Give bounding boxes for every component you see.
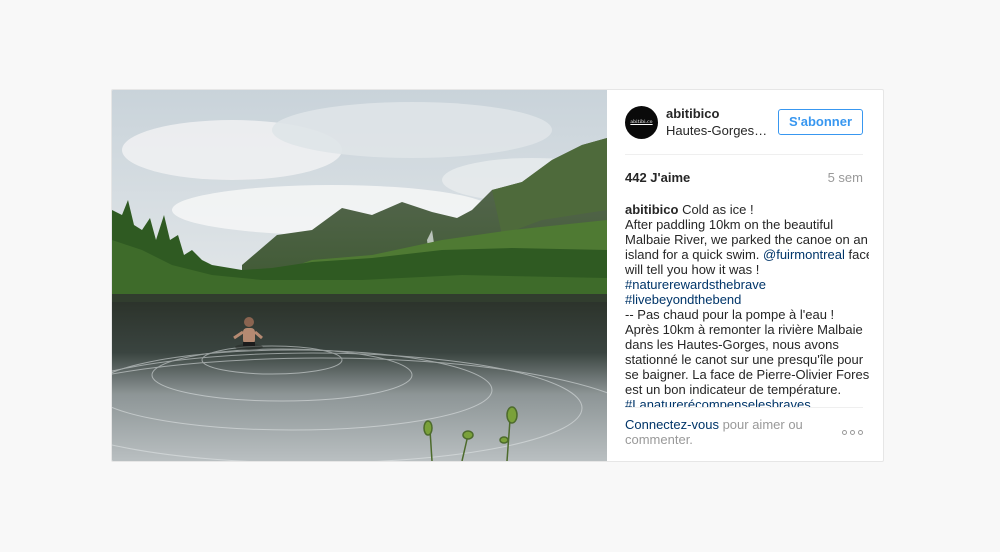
login-prompt: Connectez-vous pour aimer ou commenter. [625,417,863,447]
caption-line: Après 10km à remonter la rivière Malbaie [625,322,863,337]
caption-line: island for a quick swim. @fuirmontreal f… [625,247,869,262]
mention-link[interactable]: @fuirmontreal [763,247,845,262]
dot [850,430,855,435]
caption-line: Malbaie River, we parked the canoe on an [625,232,868,247]
header-divider [625,154,863,155]
username-link[interactable]: abitibico [666,106,776,122]
caption-line: After paddling 10km on the beautiful [625,217,834,232]
likes-count[interactable]: 442 J'aime [625,170,690,186]
hashtag-link[interactable]: #Lanaturerécompenselesbraves [625,397,869,407]
caption-author-link[interactable]: abitibico [625,202,678,217]
caption-text: face [848,247,869,262]
follow-button[interactable]: S'abonner [777,109,863,135]
caption-text: island for a quick swim. [625,247,760,262]
user-block: abitibico Hautes-Gorges-de-la-Rivière-Ma… [666,106,776,139]
post-caption: abitibico Cold as ice ! After paddling 1… [625,202,869,407]
caption-line: dans les Hautes-Gorges, nous avons [625,337,839,352]
caption-line: stationné le canot sur une presqu'île po… [625,352,864,367]
dot [842,430,847,435]
instagram-post-card: abitibi.co abitibico Hautes-Gorges-de-la… [111,89,884,462]
hashtag-link[interactable]: #livebeyondthebend [625,292,869,307]
post-stats: 442 J'aime 5 sem [625,170,863,186]
dot [858,430,863,435]
caption-line: will tell you how it was ! [625,262,760,277]
login-prompt-text: commenter. [625,432,693,447]
ellipsis-icon[interactable] [842,430,863,435]
post-header: abitibi.co abitibico Hautes-Gorges-de-la… [607,90,883,154]
avatar-logo-text: abitibi.co [630,120,653,125]
post-age[interactable]: 5 sem [828,170,863,186]
footer-divider [625,407,863,408]
post-sidebar: abitibi.co abitibico Hautes-Gorges-de-la… [607,90,883,461]
lake-swimmer-image [112,90,607,461]
caption-line: est un bon indicateur de température. [625,382,842,397]
login-prompt-text: pour aimer ou [718,417,803,432]
login-link[interactable]: Connectez-vous [625,417,719,432]
caption-text: Cold as ice ! [678,202,754,217]
caption-line: abitibico Cold as ice ! [625,202,869,217]
hashtag-link[interactable]: #naturerewardsthebrave [625,277,869,292]
caption-line: -- Pas chaud pour la pompe à l'eau ! [625,307,835,322]
post-photo[interactable] [112,90,607,461]
location-link[interactable]: Hautes-Gorges-de-la-Rivière-Malbaie [666,122,770,139]
avatar[interactable]: abitibi.co [625,106,658,139]
caption-line: se baigner. La face de Pierre-Olivier Fo… [625,367,869,382]
